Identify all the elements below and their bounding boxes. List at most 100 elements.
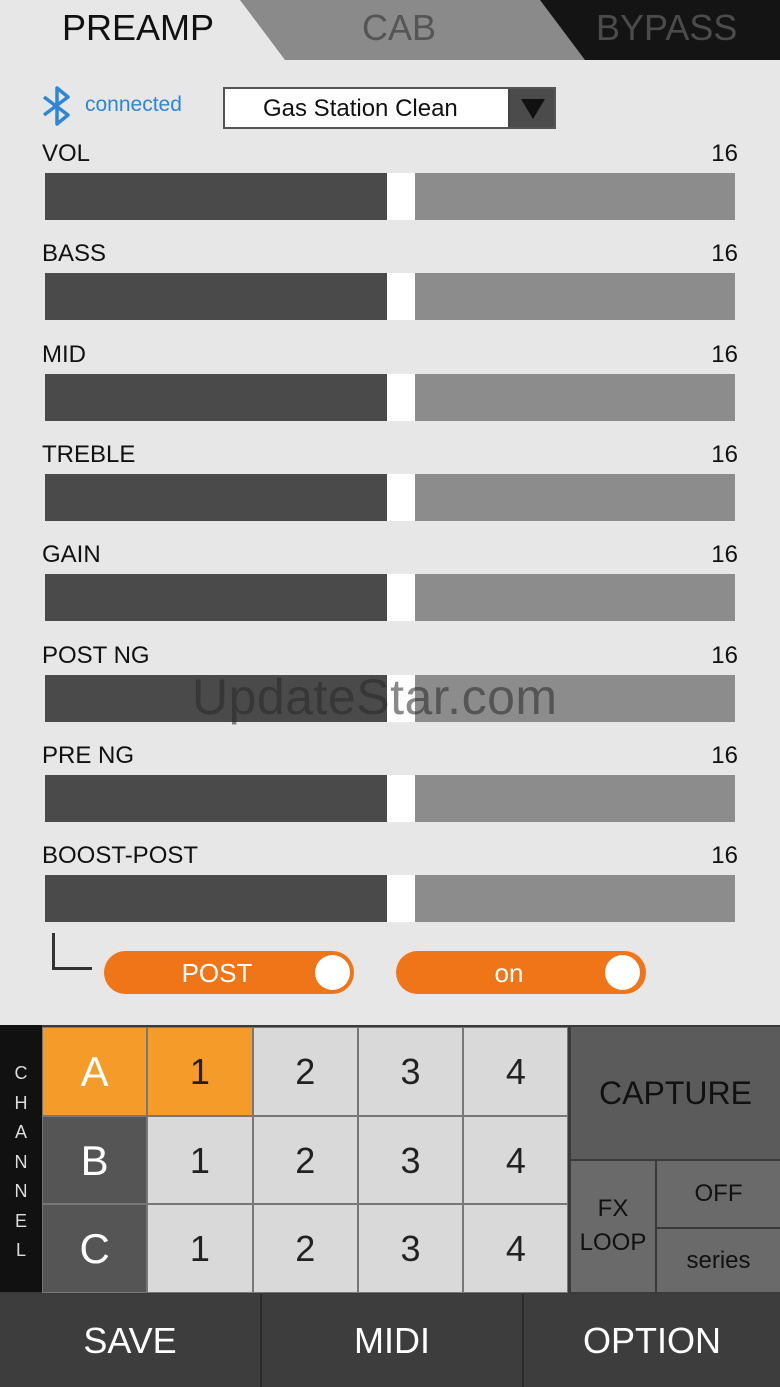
param-slider[interactable]	[45, 373, 735, 421]
param-label: VOL	[42, 140, 91, 167]
tab-cab[interactable]: CAB	[362, 6, 436, 50]
save-button[interactable]: SAVE	[0, 1294, 260, 1387]
slider-handle[interactable]	[387, 875, 415, 923]
slider-fill	[45, 173, 387, 220]
param-mid: MID 16	[0, 341, 780, 441]
slider-fill	[45, 574, 387, 622]
param-label: GAIN	[42, 541, 101, 569]
channel-row-a[interactable]: A	[42, 1027, 148, 1116]
boost-position-label: POST	[181, 958, 253, 988]
toggle-knob	[315, 955, 350, 990]
param-bass: BASS 16	[0, 240, 780, 340]
param-vol: VOL 16	[0, 140, 780, 240]
slider-track-remaining	[415, 473, 735, 521]
channel-label-strip: CHANNEL	[0, 1025, 42, 1292]
channel-row-c[interactable]: C	[42, 1204, 148, 1293]
channel-letter: N	[14, 1151, 28, 1172]
slider-track-remaining	[415, 273, 735, 321]
slider-track-remaining	[415, 173, 735, 220]
channel-row-b[interactable]: B	[42, 1115, 148, 1204]
param-slider[interactable]	[45, 273, 735, 321]
slider-handle[interactable]	[387, 473, 415, 521]
slider-fill	[45, 473, 387, 521]
channel-letter: N	[14, 1181, 28, 1201]
slider-handle[interactable]	[387, 373, 415, 421]
param-value: 16	[711, 641, 738, 669]
param-slider[interactable]	[45, 473, 735, 521]
channel-slot-c1[interactable]: 1	[147, 1204, 253, 1293]
midi-button[interactable]: MIDI	[262, 1294, 522, 1387]
param-label: TREBLE	[42, 440, 136, 468]
slider-fill	[45, 373, 387, 421]
param-value: 16	[711, 340, 738, 368]
channel-slot-b3[interactable]: 3	[357, 1115, 464, 1204]
param-treble: TREBLE 16	[0, 441, 780, 541]
tab-bar: PREAMP CAB BYPASS	[0, 0, 780, 60]
param-gain: GAIN 16	[0, 541, 780, 641]
param-label: POST NG	[42, 641, 150, 669]
channel-slot-b1[interactable]: 1	[147, 1115, 253, 1204]
slider-handle[interactable]	[387, 173, 415, 220]
slider-handle[interactable]	[387, 574, 415, 622]
channel-slot-c2[interactable]: 2	[252, 1204, 358, 1293]
param-slider[interactable]	[45, 574, 735, 622]
channel-letter: H	[14, 1092, 28, 1113]
preset-dropdown[interactable]: Gas Station Clean	[223, 87, 556, 129]
slider-track-remaining	[415, 875, 735, 923]
param-value: 16	[711, 741, 738, 769]
option-button[interactable]: OPTION	[524, 1294, 780, 1387]
fx-loop-line2: LOOP	[579, 1229, 647, 1256]
boost-bracket	[52, 933, 92, 970]
channel-slot-a3[interactable]: 3	[357, 1027, 464, 1116]
channel-letter: E	[14, 1210, 27, 1231]
channel-letter: C	[14, 1063, 28, 1083]
bluetooth-icon	[42, 86, 70, 126]
slider-handle[interactable]	[387, 774, 415, 822]
preset-name: Gas Station Clean	[263, 95, 458, 122]
channel-slot-a2[interactable]: 2	[252, 1027, 358, 1116]
slider-fill	[45, 273, 387, 321]
param-label: PRE NG	[42, 741, 135, 769]
boost-state-label: on	[494, 958, 524, 988]
param-value: 16	[711, 842, 738, 870]
param-boost-post: BOOST-POST 16	[0, 842, 780, 942]
triangle-down-icon	[521, 99, 545, 119]
slider-handle[interactable]	[387, 273, 415, 321]
boost-position-toggle[interactable]: POST	[104, 951, 354, 994]
slider-track-remaining	[415, 574, 735, 622]
channel-letter: L	[15, 1240, 26, 1260]
toggle-knob	[605, 955, 640, 990]
param-value: 16	[711, 140, 738, 167]
param-value: 16	[711, 240, 738, 268]
channel-slot-c4[interactable]: 4	[463, 1204, 569, 1293]
connection-status: connected	[85, 93, 182, 116]
watermark: UpdateStar.com	[192, 669, 558, 725]
channel-slot-c3[interactable]: 3	[357, 1204, 464, 1293]
param-slider[interactable]	[45, 875, 735, 923]
channel-slot-a1[interactable]: 1	[147, 1027, 253, 1116]
fx-loop-line1: FX	[597, 1195, 629, 1222]
param-label: BASS	[42, 240, 107, 268]
param-slider[interactable]	[45, 173, 735, 220]
preset-dropdown-button[interactable]	[508, 89, 554, 127]
slider-fill	[45, 875, 387, 923]
param-label: BOOST-POST	[42, 842, 199, 870]
boost-state-toggle[interactable]: on	[396, 951, 646, 994]
channel-slot-b4[interactable]: 4	[463, 1115, 569, 1204]
channel-slot-b2[interactable]: 2	[252, 1115, 358, 1204]
slider-track-remaining	[415, 373, 735, 421]
fx-loop-label: FX LOOP	[571, 1161, 655, 1292]
tab-bypass[interactable]: BYPASS	[596, 6, 737, 50]
param-label: MID	[42, 340, 86, 368]
tab-preamp[interactable]: PREAMP	[62, 6, 214, 50]
param-value: 16	[711, 440, 738, 468]
param-slider[interactable]	[45, 774, 735, 822]
channel-letter: A	[14, 1122, 27, 1142]
slider-track-remaining	[415, 774, 735, 822]
fx-loop-series-button[interactable]: series	[657, 1229, 780, 1292]
channel-slot-a4[interactable]: 4	[463, 1027, 569, 1116]
capture-button[interactable]: CAPTURE	[571, 1027, 780, 1159]
param-value: 16	[711, 541, 738, 569]
param-pre-ng: PRE NG 16	[0, 742, 780, 842]
fx-loop-off-button[interactable]: OFF	[657, 1161, 780, 1227]
